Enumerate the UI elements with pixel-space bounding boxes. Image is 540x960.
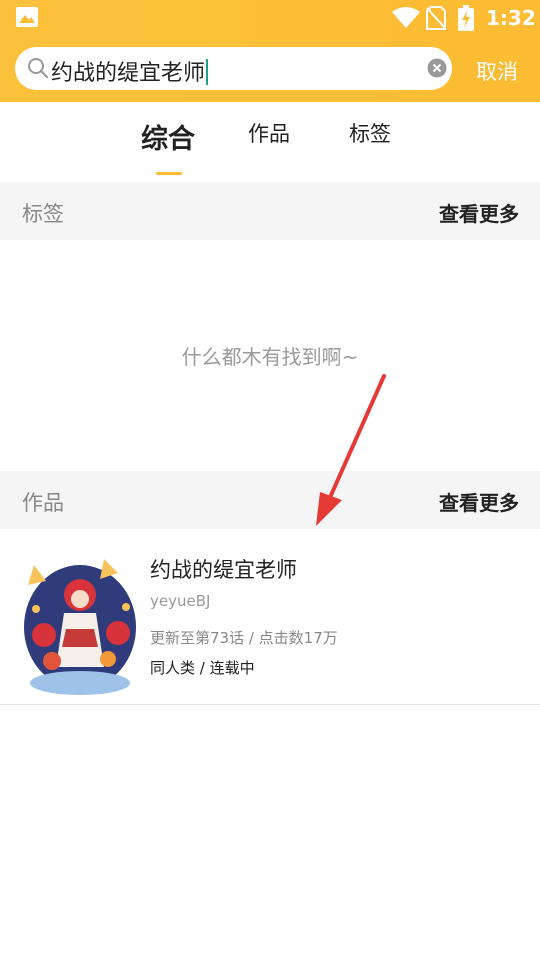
- text-cursor: [206, 59, 209, 85]
- cancel-button[interactable]: 取消: [476, 56, 518, 86]
- tab-indicator: [156, 172, 182, 175]
- tab-all[interactable]: 综合: [141, 117, 195, 156]
- works-section-header: 作品 查看更多: [0, 471, 540, 529]
- tab-works[interactable]: 作品: [248, 118, 290, 148]
- tab-bar: 综合 作品 标签: [0, 102, 540, 182]
- works-section-title: 作品: [22, 491, 64, 515]
- battery-charging-icon: [458, 5, 474, 31]
- wifi-icon: [392, 7, 420, 28]
- tab-tags[interactable]: 标签: [349, 118, 391, 148]
- work-author: yeyueBJ: [150, 592, 211, 610]
- work-genre-status: 同人类 / 连载中: [150, 659, 255, 677]
- tags-empty-message: 什么都木有找到啊~: [181, 345, 359, 369]
- annotation-arrow-icon: [316, 374, 386, 526]
- work-list-item[interactable]: 约战的缇宜老师 yeyueBJ 更新至第73话 / 点击数17万 同人类 / 连…: [0, 530, 540, 705]
- search-icon: [28, 58, 49, 79]
- clear-icon[interactable]: [427, 58, 447, 78]
- work-cover-image: [22, 555, 138, 695]
- search-input[interactable]: 约战的缇宜老师: [51, 55, 209, 87]
- app-header: 1:32 约战的缇宜老师 取消: [0, 0, 540, 102]
- no-sim-icon: [426, 6, 446, 30]
- image-notification-icon: [16, 7, 38, 27]
- works-more-button[interactable]: 查看更多: [439, 487, 519, 516]
- clock: 1:32: [486, 6, 536, 30]
- tags-section-header: 标签 查看更多: [0, 182, 540, 240]
- tags-section-title: 标签: [22, 202, 64, 226]
- search-box[interactable]: 约战的缇宜老师: [15, 47, 452, 90]
- status-bar: 1:32: [0, 0, 540, 36]
- work-update-info: 更新至第73话 / 点击数17万: [150, 629, 338, 647]
- tags-more-button[interactable]: 查看更多: [439, 198, 519, 227]
- work-title: 约战的缇宜老师: [150, 558, 297, 582]
